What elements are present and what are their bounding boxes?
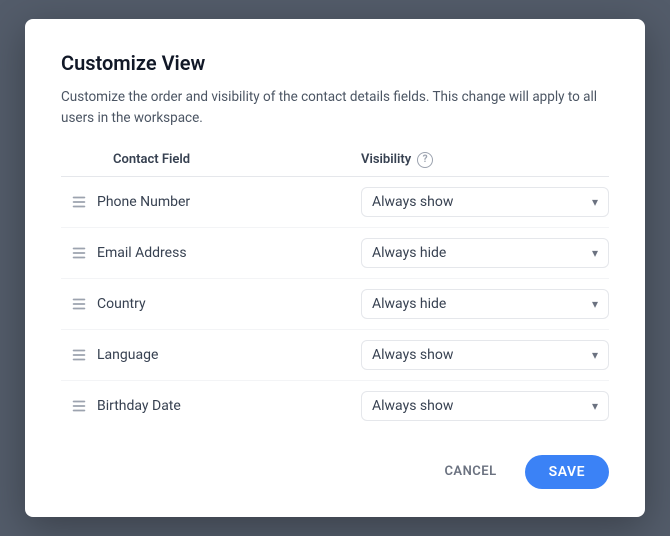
table-row: Phone Number Always show ▾ (61, 177, 609, 228)
chevron-down-icon: ▾ (592, 246, 598, 260)
drag-handle-birthday-date[interactable] (61, 397, 97, 415)
visibility-select-email-address[interactable]: Always hide ▾ (361, 238, 609, 268)
modal: Customize View Customize the order and v… (25, 19, 645, 517)
table-row: Email Address Always hide ▾ (61, 228, 609, 279)
overlay: Customize View Customize the order and v… (0, 0, 670, 536)
field-name-country: Country (97, 296, 361, 312)
drag-handle-email-address[interactable] (61, 244, 97, 262)
chevron-down-icon: ▾ (592, 399, 598, 413)
save-button[interactable]: SAVE (525, 455, 609, 489)
help-icon[interactable]: ? (417, 152, 433, 168)
field-name-language: Language (97, 347, 361, 363)
field-name-birthday-date: Birthday Date (97, 398, 361, 414)
visibility-select-country[interactable]: Always hide ▾ (361, 289, 609, 319)
table-header: Contact Field Visibility ? (61, 152, 609, 177)
visibility-select-language[interactable]: Always show ▾ (361, 340, 609, 370)
drag-handle-language[interactable] (61, 346, 97, 364)
modal-footer: CANCEL SAVE (61, 455, 609, 489)
col-visibility-header: Visibility ? (361, 152, 609, 168)
modal-description: Customize the order and visibility of th… (61, 87, 609, 128)
drag-handle-phone-number[interactable] (61, 193, 97, 211)
col-field-header: Contact Field (61, 152, 361, 167)
drag-handle-country[interactable] (61, 295, 97, 313)
chevron-down-icon: ▾ (592, 348, 598, 362)
table-row: Country Always hide ▾ (61, 279, 609, 330)
chevron-down-icon: ▾ (592, 195, 598, 209)
chevron-down-icon: ▾ (592, 297, 598, 311)
modal-title: Customize View (61, 51, 609, 75)
field-name-phone-number: Phone Number (97, 194, 361, 210)
table-row: Birthday Date Always show ▾ (61, 381, 609, 431)
field-name-email-address: Email Address (97, 245, 361, 261)
visibility-select-birthday-date[interactable]: Always show ▾ (361, 391, 609, 421)
table-row: Language Always show ▾ (61, 330, 609, 381)
cancel-button[interactable]: CANCEL (432, 456, 508, 487)
field-rows-container: Phone Number Always show ▾ Email Address (61, 177, 609, 431)
visibility-select-phone-number[interactable]: Always show ▾ (361, 187, 609, 217)
